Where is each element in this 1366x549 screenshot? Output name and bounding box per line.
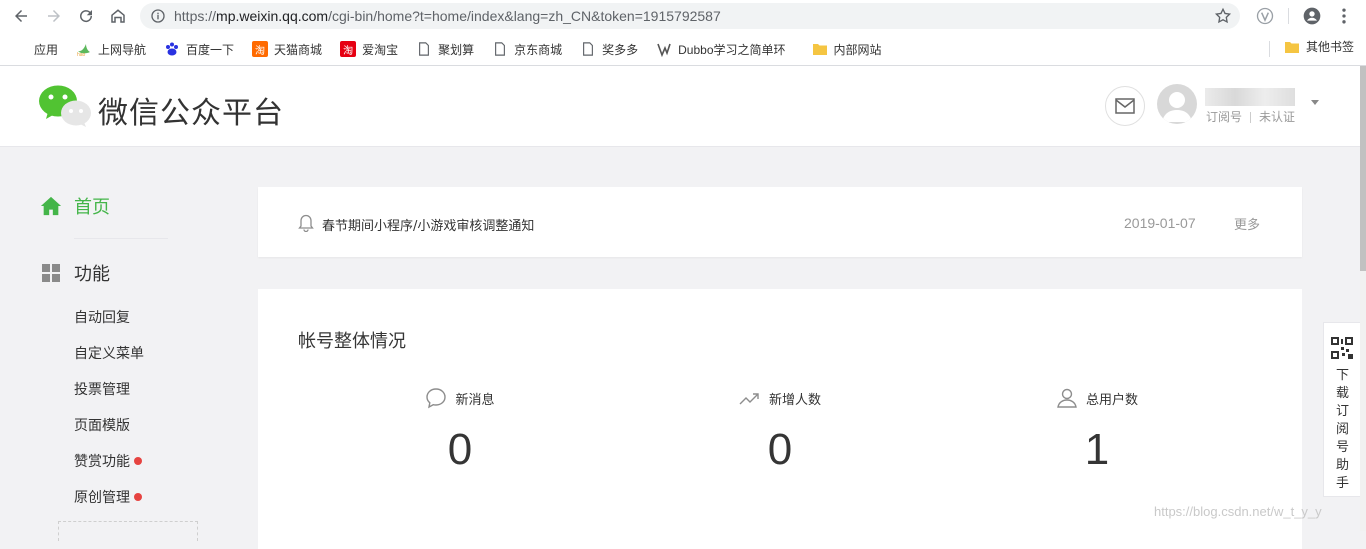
svg-text:hao: hao xyxy=(77,52,86,57)
stat-value: 1 xyxy=(1084,425,1110,474)
bookmark-tmall[interactable]: 淘 天猫商城 xyxy=(248,38,326,60)
page-icon xyxy=(492,41,508,57)
grid-icon xyxy=(42,264,60,282)
mp-header: 微信公众平台 订阅号 未认证 xyxy=(0,66,1360,147)
baidu-paw-icon xyxy=(164,41,180,57)
bookmark-baidu[interactable]: 百度一下 xyxy=(160,38,238,60)
hao123-icon: hao xyxy=(76,41,92,57)
wechat-logo-icon xyxy=(39,85,91,127)
user-icon xyxy=(1057,388,1077,408)
url-text: https://mp.weixin.qq.com/cgi-bin/home?t=… xyxy=(174,8,721,24)
verify-status[interactable]: 未认证 xyxy=(1259,110,1295,124)
sidebar-item-auto-reply[interactable]: 自动回复 xyxy=(74,307,130,327)
sidebar-item-original[interactable]: 原创管理 xyxy=(74,487,142,507)
chat-bubble-icon xyxy=(426,388,447,409)
avatar[interactable] xyxy=(1157,84,1197,124)
red-dot-badge xyxy=(134,493,142,501)
bookmark-aitaobao[interactable]: 淘 爱淘宝 xyxy=(336,38,402,60)
bookmarks-bar: 应用 hao 上网导航 百度一下 淘 天猫商城 淘 爱淘宝 聚划算 京东商城 奖… xyxy=(0,36,1366,62)
notice-text[interactable]: 春节期间小程序/小游戏审核调整通知 xyxy=(322,215,534,234)
dashed-box xyxy=(58,521,198,541)
bookmark-apps[interactable]: 应用 xyxy=(10,38,62,60)
stat-value: 0 xyxy=(767,425,793,474)
sidebar-item-home[interactable]: 首页 xyxy=(40,193,110,219)
profile-icon[interactable] xyxy=(1302,6,1322,26)
sidebar-divider xyxy=(74,238,168,239)
account-dropdown-caret-icon[interactable] xyxy=(1311,100,1319,105)
sidebar-item-vote[interactable]: 投票管理 xyxy=(74,379,130,399)
qr-code-icon xyxy=(1331,337,1353,359)
bookmark-dubbo[interactable]: Dubbo学习之简单环 xyxy=(652,38,789,60)
trend-up-icon xyxy=(739,393,759,405)
card-title: 帐号整体情况 xyxy=(298,331,406,352)
default-avatar-icon xyxy=(1162,92,1192,122)
forward-arrow-icon[interactable] xyxy=(43,5,65,27)
aitaobao-icon: 淘 xyxy=(340,41,357,57)
stat-value: 0 xyxy=(447,425,473,474)
watermark: https://blog.csdn.net/w_t_y_y xyxy=(1154,504,1322,519)
bookmark-internal[interactable]: 内部网站 xyxy=(808,38,886,60)
scrollbar-thumb[interactable] xyxy=(1360,66,1366,271)
bell-icon xyxy=(298,214,314,232)
page-scrollbar[interactable] xyxy=(1360,66,1366,531)
bookmark-other[interactable]: 其他书签 xyxy=(1284,38,1354,55)
toolbar-divider xyxy=(1288,8,1289,24)
reload-icon[interactable] xyxy=(75,5,97,27)
account-type: 订阅号 xyxy=(1206,110,1243,124)
back-arrow-icon[interactable] xyxy=(10,5,32,27)
folder-icon xyxy=(812,41,828,57)
home-icon xyxy=(40,196,62,216)
dubbo-icon xyxy=(656,41,672,57)
menu-kebab-icon[interactable] xyxy=(1334,6,1354,26)
brand-title[interactable]: 微信公众平台 xyxy=(98,88,284,132)
site-info-icon[interactable] xyxy=(150,8,166,24)
red-dot-badge xyxy=(134,457,142,465)
sidebar-group-function[interactable]: 功能 xyxy=(42,260,110,286)
tmall-icon: 淘 xyxy=(252,41,269,57)
folder-icon xyxy=(1284,39,1300,55)
bookmark-juhuasuan[interactable]: 聚划算 xyxy=(412,38,478,60)
page-icon xyxy=(416,41,432,57)
bookmark-hao123[interactable]: hao 上网导航 xyxy=(72,38,150,60)
notice-date: 2019-01-07 xyxy=(1124,215,1196,231)
notice-bar: 春节期间小程序/小游戏审核调整通知 2019-01-07 更多 xyxy=(258,187,1302,257)
floater-text: 下载订阅号助手 xyxy=(1336,368,1350,491)
download-assistant-floater[interactable]: 下载订阅号助手 xyxy=(1323,322,1360,497)
sidebar-item-reward[interactable]: 赞赏功能 xyxy=(74,451,142,471)
stat-total-users[interactable]: 总用户数 1 xyxy=(997,387,1197,475)
extension-v-icon[interactable] xyxy=(1255,6,1275,26)
stat-new-followers[interactable]: 新增人数 0 xyxy=(680,387,880,475)
stat-label: 新增人数 xyxy=(768,392,821,408)
page-icon xyxy=(580,41,596,57)
stat-label: 新消息 xyxy=(455,392,495,408)
sidebar-group-label: 功能 xyxy=(74,264,110,285)
bookmarks-divider xyxy=(1269,41,1270,57)
bookmark-star-icon[interactable] xyxy=(1214,7,1232,25)
sidebar: 首页 功能 自动回复 自定义菜单 投票管理 页面模版 赞赏功能 原创管理 xyxy=(0,147,230,541)
message-button[interactable] xyxy=(1105,86,1145,126)
address-bar[interactable]: https://mp.weixin.qq.com/cgi-bin/home?t=… xyxy=(140,3,1240,29)
mail-icon xyxy=(1115,98,1135,114)
bookmark-jiangduoduo[interactable]: 奖多多 xyxy=(576,38,642,60)
account-name-blurred[interactable] xyxy=(1205,88,1295,106)
bookmark-jd[interactable]: 京东商城 xyxy=(488,38,566,60)
notice-more-link[interactable]: 更多 xyxy=(1234,214,1260,233)
account-meta: 订阅号 未认证 xyxy=(1206,108,1295,125)
sidebar-item-page-template[interactable]: 页面模版 xyxy=(74,415,130,435)
sidebar-item-custom-menu[interactable]: 自定义菜单 xyxy=(74,343,144,363)
sidebar-home-label: 首页 xyxy=(74,197,110,218)
apps-grid-icon xyxy=(14,42,28,56)
account-overview-card: 帐号整体情况 新消息 0 新增人数 0 总用户数 1 xyxy=(258,289,1302,549)
browser-chrome: https://mp.weixin.qq.com/cgi-bin/home?t=… xyxy=(0,0,1366,66)
home-icon[interactable] xyxy=(107,5,129,27)
stat-new-messages[interactable]: 新消息 0 xyxy=(360,387,560,475)
stat-label: 总用户数 xyxy=(1085,392,1138,408)
